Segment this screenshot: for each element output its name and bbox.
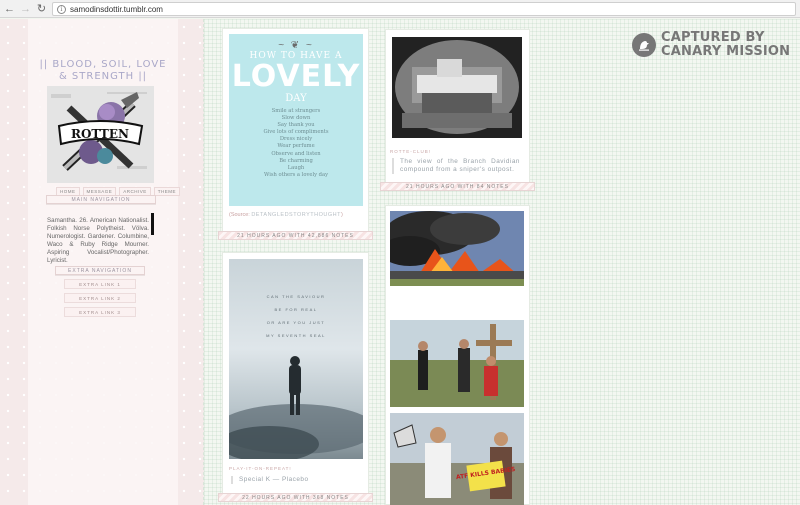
address-bar[interactable]: i samodinsdottir.tumblr.com <box>52 2 796 16</box>
reload-icon[interactable]: ↻ <box>35 2 48 16</box>
heading-big: LOVELY <box>231 59 361 94</box>
rally-photo[interactable]: ATF KILLS BABIES <box>390 413 524 505</box>
avatar-banner-text: ROTTEN <box>71 127 129 141</box>
post-tag[interactable]: PLAY-IT-ON-REPEAT! <box>229 466 292 471</box>
avatar: ROTTEN <box>47 86 154 183</box>
branch-notes-bar[interactable]: 21 HOURS AGO WITH 84 NOTES <box>380 182 535 191</box>
quote-line: Be charming <box>279 157 313 164</box>
extra-link-1[interactable]: EXTRA LINK 1 <box>64 279 136 289</box>
extra-link-3[interactable]: EXTRA LINK 3 <box>64 307 136 317</box>
bio-divider <box>151 213 154 235</box>
browser-toolbar: ← → ↻ i samodinsdottir.tumblr.com <box>0 0 800 18</box>
source-prefix: (Source: <box>229 212 250 218</box>
quote-line: Observe and listen <box>271 150 321 157</box>
source-suffix: ) <box>340 212 343 218</box>
burning-compound-photo[interactable] <box>390 211 524 286</box>
post-caption: The view of the Branch Davidian compound… <box>392 158 520 174</box>
source-line: (Source: DETANGLEDSTORYTHOUGHT) <box>229 212 343 218</box>
lovely-day-image[interactable]: ~ ❦ ~ HOW TO HAVE A LOVELY DAY Smile at … <box>229 34 363 206</box>
url-text[interactable]: samodinsdottir.tumblr.com <box>70 5 163 14</box>
quote-line: Wear perfume <box>277 143 315 150</box>
info-icon[interactable]: i <box>57 4 66 14</box>
song-notes-bar[interactable]: 22 HOURS AGO WITH 368 NOTES <box>218 493 373 502</box>
compound-photo[interactable] <box>392 37 522 138</box>
extra-link-2[interactable]: EXTRA LINK 2 <box>64 293 136 303</box>
source-link[interactable]: DETANGLEDSTORYTHOUGHT <box>251 212 341 218</box>
watermark-text: CAPTURED BY CANARY MISSION <box>661 31 790 59</box>
post-tag[interactable]: ROTTE-CLUB! <box>390 149 431 154</box>
blog-page: || BLOOD, SOIL, LOVE & STRENGTH || ROTTE… <box>0 19 800 505</box>
blog-title[interactable]: || BLOOD, SOIL, LOVE & STRENGTH || <box>38 59 168 83</box>
extra-navigation-button[interactable]: EXTRA NAVIGATION <box>55 266 145 275</box>
back-icon[interactable]: ← <box>3 2 16 16</box>
nav-theme[interactable]: THEME <box>153 187 181 196</box>
quote-line: Say thank you <box>277 122 315 129</box>
cross-protest-photo[interactable] <box>390 320 524 407</box>
watermark-line-2: CANARY MISSION <box>661 44 791 59</box>
watermark-line-1: CAPTURED BY <box>661 30 765 45</box>
ornament: ~ ❦ ~ <box>278 40 314 51</box>
foggy-figure-image[interactable]: CAN THE SAVIOUR BE FOR REAL OR ARE YOU J… <box>229 259 363 459</box>
blog-description: Samantha. 26. American Nationalist. Folk… <box>47 217 149 264</box>
quote-line: Dress nicely <box>279 136 313 143</box>
quote-line: Slow down <box>281 115 311 122</box>
quote-line: Give lots of compliments <box>263 129 329 136</box>
quote-line: Wish others a lovely day <box>263 171 329 178</box>
quote-notes-bar[interactable]: 21 HOURS AGO WITH 42,886 NOTES <box>218 231 373 240</box>
heading-day: DAY <box>285 93 307 104</box>
song-caption: Special K — Placebo <box>231 476 359 484</box>
main-navigation-button[interactable]: MAIN NAVIGATION <box>46 195 156 204</box>
canary-mission-watermark: CAPTURED BY CANARY MISSION <box>632 31 790 59</box>
forward-icon[interactable]: → <box>19 2 32 16</box>
quote-line: Laugh <box>287 164 305 171</box>
canary-bird-icon <box>632 33 656 57</box>
quote-line: Smile at strangers <box>271 108 321 114</box>
